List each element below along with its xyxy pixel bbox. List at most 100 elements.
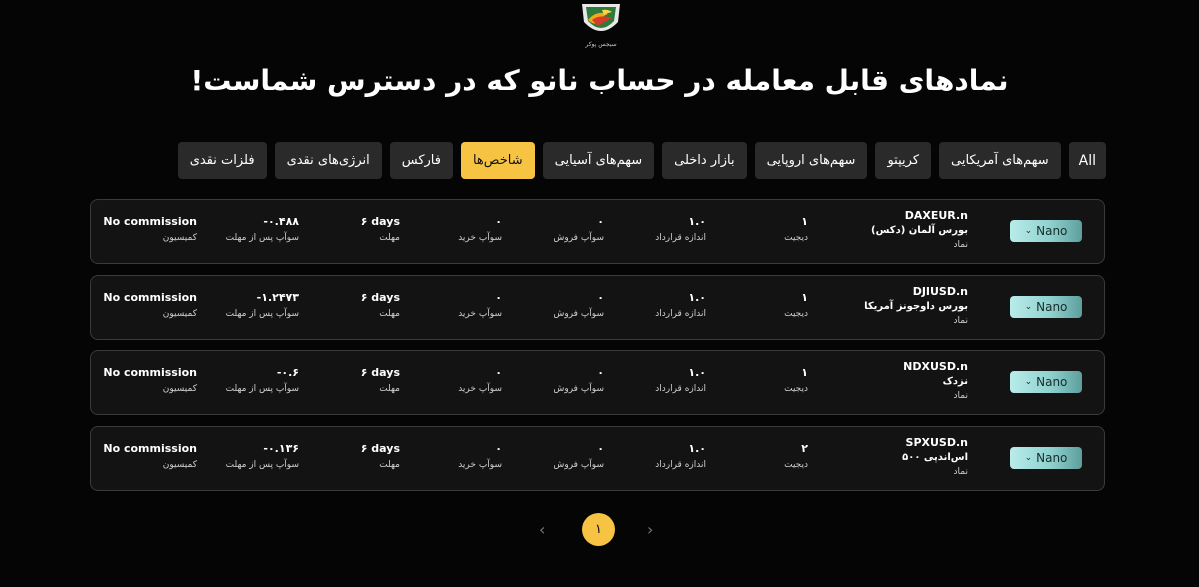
nano-badge-button[interactable]: ⌄ Nano — [1010, 446, 1082, 469]
symbol-cell: DAXEUR.n بورس آلمان (دکس) نماد — [871, 208, 968, 252]
chevron-down-icon: ⌄ — [1024, 301, 1033, 312]
digits-cell-value: ۱ — [801, 215, 808, 228]
symbol-cell: NDXUSD.n نزدک نماد — [903, 359, 968, 403]
swap-after-cell: -۱.۲۴۷۳ سوآپ پس از مهلت — [226, 290, 299, 322]
swap-buy-cell-label: سوآپ خرید — [458, 308, 502, 319]
symbol-cell: DJIUSD.n بورس داوجونز آمریکا نماد — [864, 284, 968, 328]
contract-size-cell: ۱.۰ اندازه قرارداد — [655, 365, 706, 397]
chevron-right-icon[interactable]: › — [647, 520, 653, 539]
symbols-list: ⌄ Nano DAXEUR.n بورس آلمان (دکس) نماد ۱ دیجیت ۱… — [90, 199, 1105, 501]
swap-after-cell-value: -۰.۱۳۶ — [263, 441, 299, 455]
swap-sell-cell-label: سوآپ فروش — [553, 308, 604, 319]
digits-cell: ۱ دیجیت — [784, 214, 808, 246]
swap-buy-cell-label: سوآپ خرید — [458, 459, 502, 470]
tab-asian-stocks[interactable]: سهم‌های آسیایی — [542, 142, 655, 179]
chevron-left-icon[interactable]: ‹ — [539, 520, 545, 539]
symbol-label: نماد — [953, 240, 968, 250]
chevron-down-icon: ⌄ — [1024, 377, 1033, 387]
symbol-label: نماد — [953, 315, 968, 326]
swap-after-cell: -۰.۶ سوآپ پس از مهلت — [226, 365, 299, 397]
swap-after-cell-value: -۰.۴۸۸ — [263, 215, 299, 228]
swap-sell-cell: ۰ سوآپ فروش — [553, 441, 604, 473]
tab-us-stocks[interactable]: سهم‌های آمریکایی — [939, 142, 1061, 179]
digits-cell-label: دیجیت — [784, 459, 808, 470]
nano-badge-button[interactable]: ⌄ Nano — [1010, 371, 1082, 393]
commission-cell-label: کمیسیون — [162, 459, 197, 470]
deadline-cell: ۶ days مهلت — [361, 290, 400, 322]
swap-buy-cell-value: ۰ — [495, 441, 502, 455]
nano-badge-label: Nano — [1036, 224, 1068, 238]
swap-buy-cell-label: سوآپ خرید — [458, 384, 502, 394]
commission-cell-value: No commission — [103, 366, 197, 379]
contract-size-cell: ۱.۰ اندازه قرارداد — [655, 441, 706, 473]
tab-energy[interactable]: انرژی‌های نقدی — [274, 142, 382, 179]
chevron-down-icon: ⌄ — [1024, 452, 1033, 463]
deadline-cell: ۶ days مهلت — [361, 365, 400, 397]
deadline-cell-label: مهلت — [379, 384, 400, 394]
symbol-name: بورس آلمان (دکس) — [871, 225, 968, 236]
symbol-row: ⌄ Nano NDXUSD.n نزدک نماد ۱ دیجیت ۱.۰ اندازه قرا… — [90, 350, 1105, 415]
tab-domestic-market[interactable]: بازار داخلی — [662, 142, 747, 179]
contract-size-cell-value: ۱.۰ — [688, 215, 706, 228]
symbol-code: SPXUSD.n — [905, 435, 968, 449]
symbol-label: نماد — [953, 391, 968, 401]
digits-cell: ۱ دیجیت — [784, 365, 808, 397]
swap-after-cell-value: -۱.۲۴۷۳ — [256, 290, 299, 304]
swap-after-cell-value: -۰.۶ — [276, 366, 299, 379]
symbol-name: اس‌اندپی ۵۰۰ — [902, 451, 968, 463]
commission-cell: No commission کمیسیون — [103, 290, 197, 322]
swap-buy-cell: ۰ سوآپ خرید — [458, 214, 502, 246]
swap-sell-cell-label: سوآپ فروش — [553, 459, 604, 470]
swap-sell-cell-value: ۰ — [597, 290, 604, 304]
digits-cell-value: ۲ — [801, 441, 808, 455]
swap-sell-cell-value: ۰ — [597, 366, 604, 379]
category-tabs: All سهم‌های آمریکایی کریپتو سهم‌های اروپ… — [177, 142, 1106, 179]
deadline-cell-value: ۶ days — [360, 215, 400, 228]
symbol-row: ⌄ Nano DAXEUR.n بورس آلمان (دکس) نماد ۱ دیجیت ۱… — [90, 199, 1105, 264]
commission-cell: No commission کمیسیون — [103, 365, 197, 397]
swap-sell-cell: ۰ سوآپ فروش — [553, 365, 604, 397]
commission-cell-label: کمیسیون — [162, 384, 197, 394]
nano-badge-button[interactable]: ⌄ Nano — [1010, 295, 1082, 318]
page-current[interactable]: ۱ — [582, 513, 615, 546]
brand-logo-icon — [582, 4, 620, 31]
deadline-cell-value: ۶ days — [360, 290, 400, 304]
symbol-code: DJIUSD.n — [912, 284, 968, 298]
contract-size-cell-label: اندازه قرارداد — [655, 384, 706, 394]
commission-cell: No commission کمیسیون — [103, 441, 197, 473]
contract-size-cell-label: اندازه قرارداد — [655, 308, 706, 319]
commission-cell-label: کمیسیون — [162, 233, 197, 243]
symbol-cell: SPXUSD.n اس‌اندپی ۵۰۰ نماد — [902, 435, 968, 479]
contract-size-cell-value: ۱.۰ — [688, 441, 706, 455]
swap-buy-cell-label: سوآپ خرید — [458, 233, 502, 243]
contract-size-cell-value: ۱.۰ — [688, 290, 706, 304]
contract-size-cell-label: اندازه قرارداد — [655, 459, 706, 470]
tab-indices[interactable]: شاخص‌ها — [460, 142, 535, 179]
digits-cell-value: ۱ — [801, 366, 808, 379]
tab-metals[interactable]: فلزات نقدی — [177, 142, 267, 179]
contract-size-cell: ۱.۰ اندازه قرارداد — [655, 290, 706, 322]
tab-all[interactable]: All — [1068, 142, 1106, 179]
contract-size-cell-label: اندازه قرارداد — [655, 233, 706, 243]
tab-eu-stocks[interactable]: سهم‌های اروپایی — [754, 142, 868, 179]
deadline-cell-label: مهلت — [379, 233, 400, 243]
tab-crypto[interactable]: کریپتو — [875, 142, 932, 179]
tab-forex[interactable]: فارکس — [389, 142, 453, 179]
symbol-code: NDXUSD.n — [903, 360, 968, 373]
swap-sell-cell-value: ۰ — [597, 441, 604, 455]
deadline-cell-value: ۶ days — [360, 366, 400, 379]
digits-cell-label: دیجیت — [784, 233, 808, 243]
deadline-cell-label: مهلت — [379, 459, 400, 470]
swap-sell-cell: ۰ سوآپ فروش — [553, 214, 604, 246]
contract-size-cell-value: ۱.۰ — [688, 366, 706, 379]
nano-badge-label: Nano — [1036, 299, 1068, 314]
swap-buy-cell: ۰ سوآپ خرید — [458, 441, 502, 473]
swap-after-cell-label: سوآپ پس از مهلت — [225, 459, 299, 470]
commission-cell: No commission کمیسیون — [103, 214, 197, 246]
nano-badge-button[interactable]: ⌄ Nano — [1010, 220, 1082, 242]
nano-badge-label: Nano — [1036, 450, 1068, 465]
digits-cell-label: دیجیت — [784, 384, 808, 394]
swap-buy-cell-value: ۰ — [495, 366, 502, 379]
brand-logo[interactable]: سیجس پوکر — [575, 0, 627, 54]
contract-size-cell: ۱.۰ اندازه قرارداد — [655, 214, 706, 246]
